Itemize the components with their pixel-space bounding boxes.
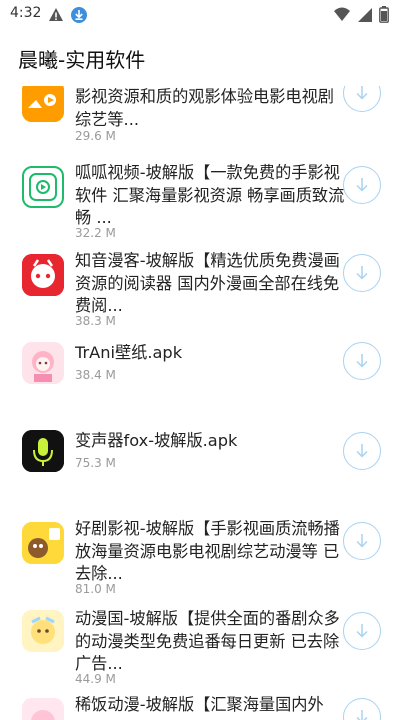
arrow-down-icon <box>356 444 368 458</box>
download-button[interactable] <box>343 612 381 650</box>
xifan-dongman-icon <box>22 698 64 720</box>
arrow-down-icon <box>356 534 368 548</box>
haoju-video-icon <box>22 522 64 564</box>
download-button[interactable] <box>343 698 381 720</box>
arrow-down-icon <box>356 710 368 720</box>
list-item-size: 32.2 M <box>75 226 116 240</box>
download-button[interactable] <box>343 432 381 470</box>
list-item-size: 44.9 M <box>75 672 116 686</box>
arrow-down-icon <box>356 624 368 638</box>
list-item-size: 81.0 M <box>75 582 116 596</box>
list-item[interactable]: 知音漫客-坡解版【精选优质免费漫画资源的阅读器 国内外漫画全部在线免费阅... … <box>0 248 405 332</box>
list-item-title: 稀饭动漫-坡解版【汇聚海量国内外 <box>75 695 324 714</box>
list-item-title: 影视资源和质的观影体验电影电视剧综艺等... <box>75 87 334 129</box>
trani-wallpaper-icon <box>22 342 64 384</box>
download-button[interactable] <box>343 522 381 560</box>
arrow-down-icon <box>356 178 368 192</box>
list-item[interactable]: 好剧影视-坡解版【手影视画质流畅播放海量资源电影电视剧综艺动漫等 已去除... … <box>0 516 405 606</box>
arrow-down-icon <box>356 86 368 100</box>
download-icon <box>70 6 88 28</box>
list-item[interactable]: 呱呱视频-坡解版【一款免费的手影视软件 汇聚海量影视资源 畅享画质致流畅 ...… <box>0 160 405 244</box>
download-button[interactable] <box>343 166 381 204</box>
video-app-icon <box>22 86 64 122</box>
status-time: 4:32 <box>10 5 42 21</box>
list-item[interactable]: 影视资源和质的观影体验电影电视剧综艺等... 29.6 M <box>0 86 405 158</box>
download-button[interactable] <box>343 254 381 292</box>
list-item[interactable]: 变声器fox-坡解版.apk 75.3 M <box>0 422 405 502</box>
list-item[interactable]: 动漫国-坡解版【提供全面的番剧众多的动漫类型免费追番每日更新 已去除广告... … <box>0 606 405 690</box>
arrow-down-icon <box>356 354 368 368</box>
signal-icon <box>357 7 373 27</box>
app-bar: 晨曦-实用软件 <box>0 30 405 86</box>
list-item-size: 29.6 M <box>75 129 116 143</box>
warning-icon <box>48 7 64 27</box>
voice-changer-icon <box>22 430 64 472</box>
list-item-size: 75.3 M <box>75 456 116 470</box>
list-item-title: 呱呱视频-坡解版【一款免费的手影视软件 汇聚海量影视资源 畅享画质致流畅 ... <box>75 163 345 227</box>
list-item-size: 38.4 M <box>75 368 116 382</box>
page-title: 晨曦-实用软件 <box>18 48 146 72</box>
list-item-title: 好剧影视-坡解版【手影视画质流畅播放海量资源电影电视剧综艺动漫等 已去除... <box>75 519 340 583</box>
status-bar: 4:32 <box>0 0 405 30</box>
app-list[interactable]: 影视资源和质的观影体验电影电视剧综艺等... 29.6 M 呱呱视频-坡解版【一… <box>0 86 405 720</box>
list-item[interactable]: TrAni壁纸.apk 38.4 M <box>0 336 405 406</box>
list-item-title: 变声器fox-坡解版.apk <box>75 431 238 450</box>
dongman-guo-icon <box>22 610 64 652</box>
zhiyin-manke-icon <box>22 254 64 296</box>
wifi-icon <box>333 7 351 27</box>
list-item[interactable]: 稀饭动漫-坡解版【汇聚海量国内外 <box>0 692 405 720</box>
list-item-title: 动漫国-坡解版【提供全面的番剧众多的动漫类型免费追番每日更新 已去除广告... <box>75 609 340 673</box>
arrow-down-icon <box>356 266 368 280</box>
list-item-title: 知音漫客-坡解版【精选优质免费漫画资源的阅读器 国内外漫画全部在线免费阅... <box>75 251 340 315</box>
download-button[interactable] <box>343 86 381 112</box>
list-item-title: TrAni壁纸.apk <box>75 343 183 362</box>
list-item-size: 38.3 M <box>75 314 116 328</box>
download-button[interactable] <box>343 342 381 380</box>
battery-icon <box>379 6 389 27</box>
gua-gua-video-icon <box>22 166 64 208</box>
